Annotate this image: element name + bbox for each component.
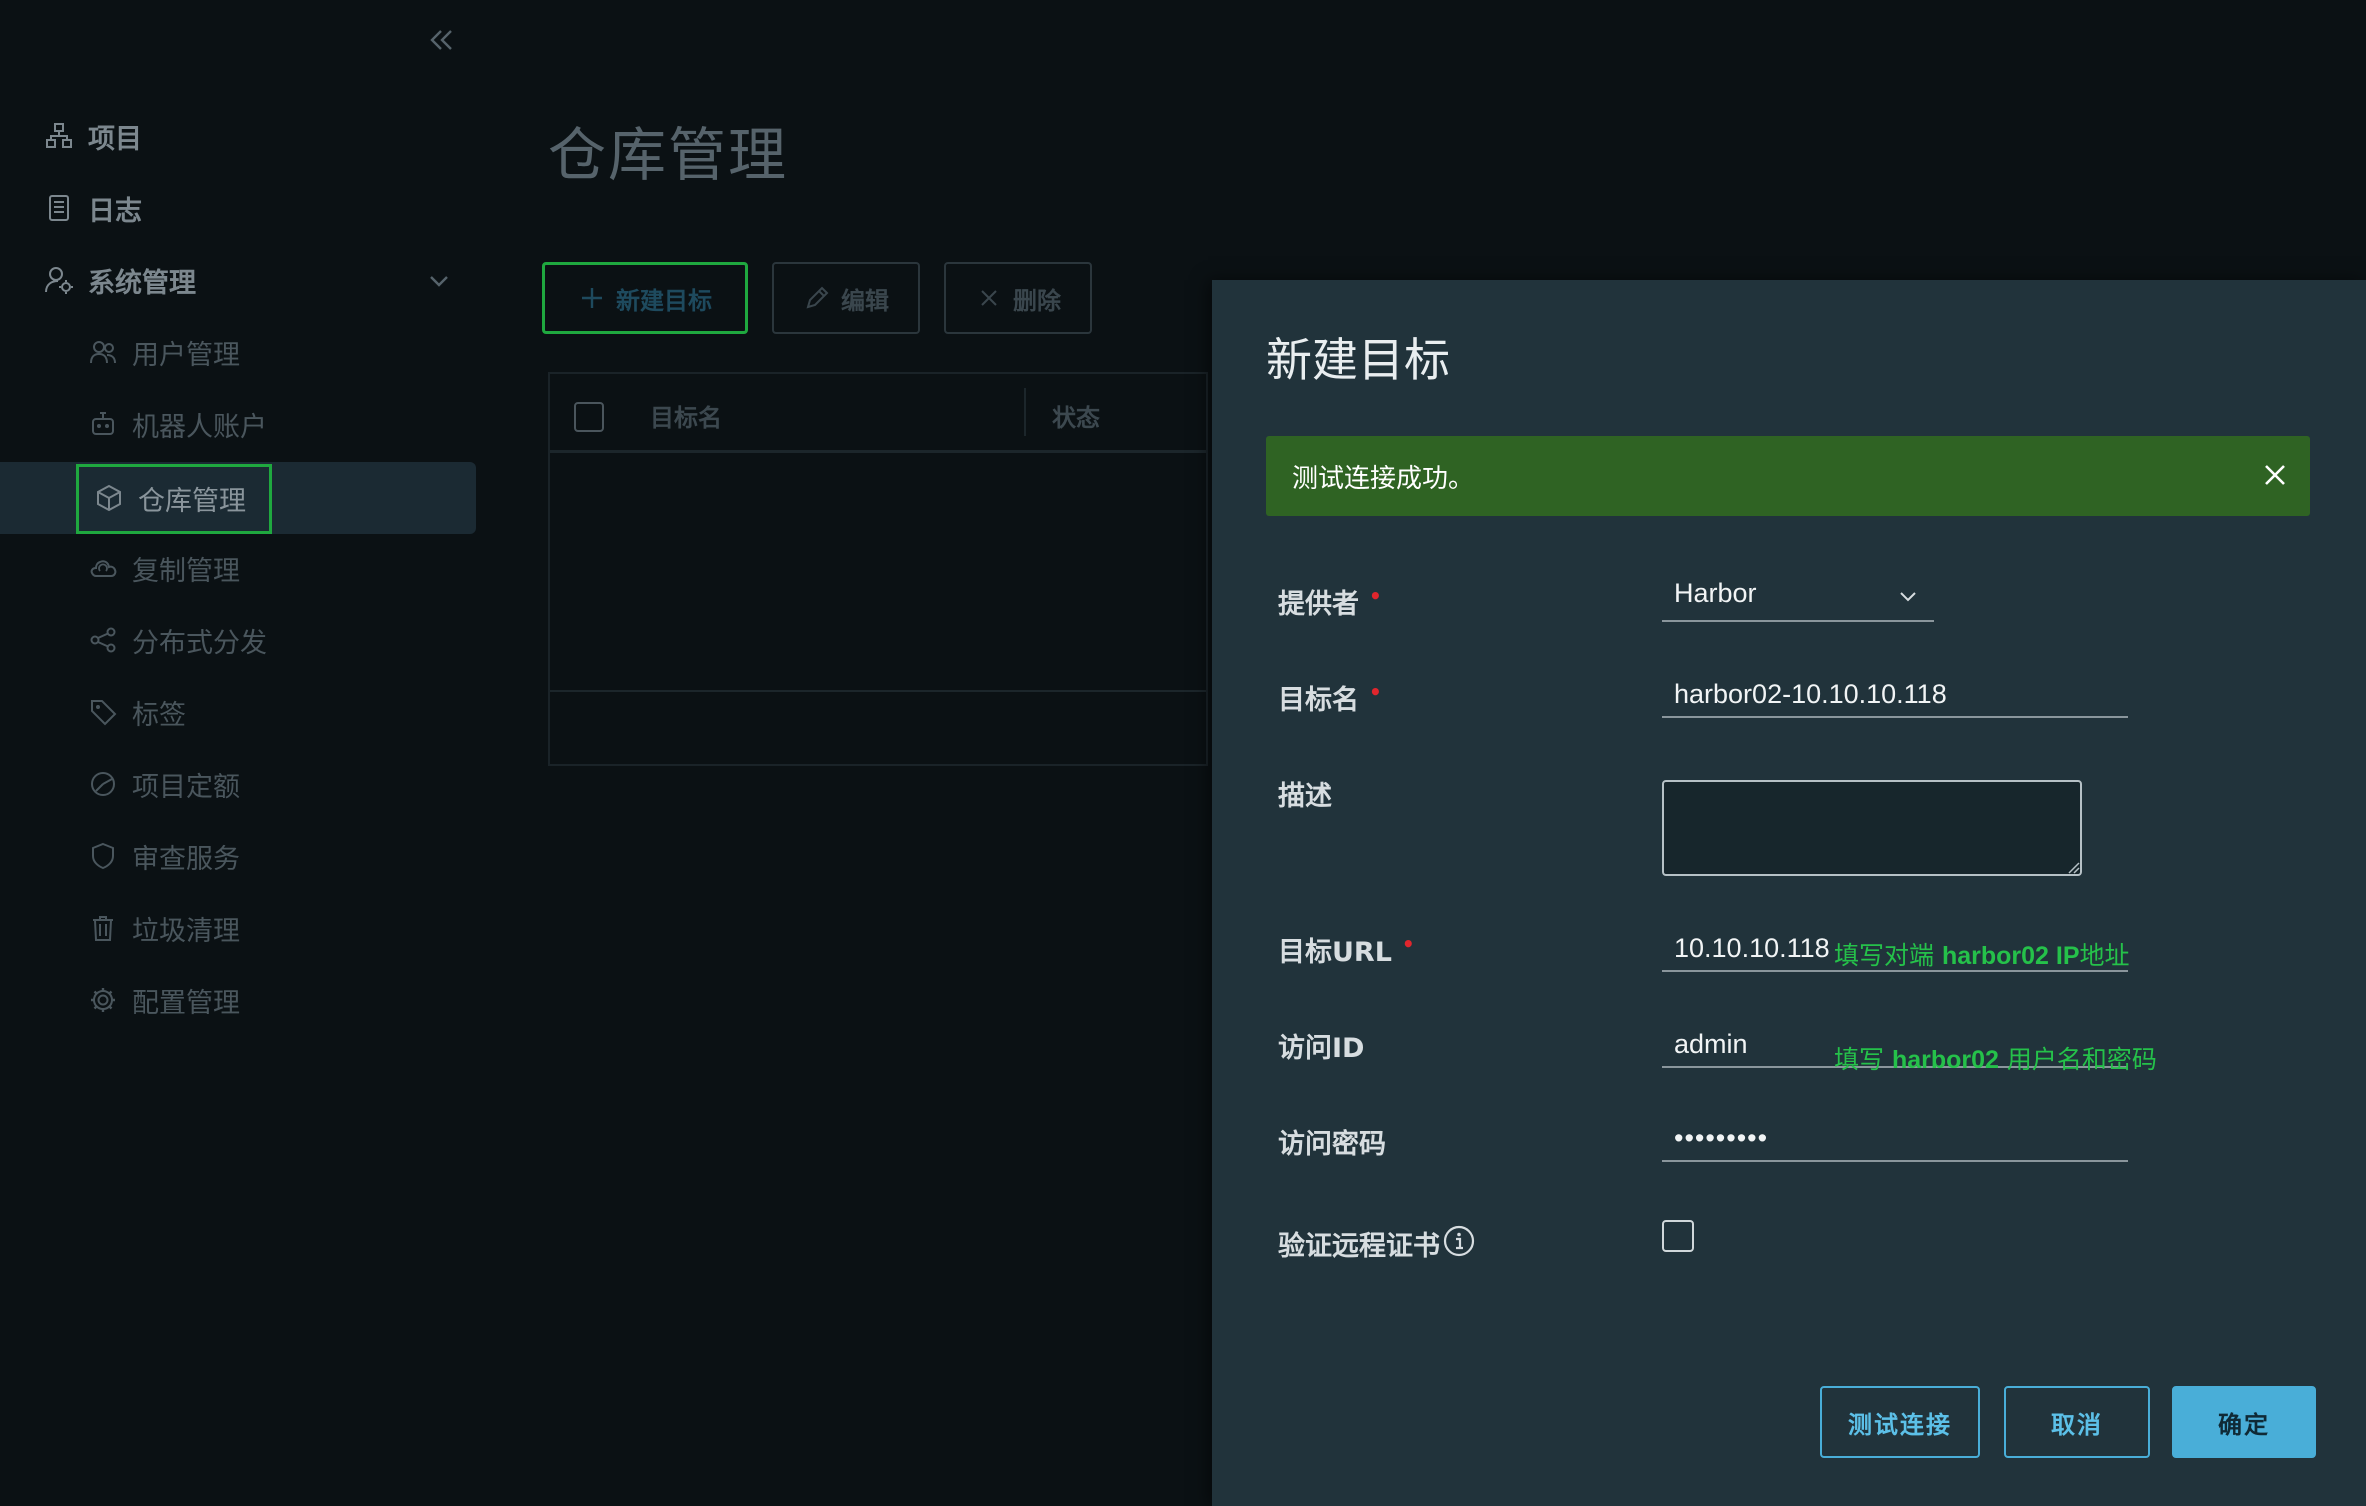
column-header-name[interactable]: 目标名 [650, 398, 722, 433]
sidebar-item-label: 配置管理 [132, 987, 240, 1019]
column-divider [1024, 388, 1026, 436]
provider-select[interactable]: Harbor [1662, 572, 1934, 622]
sidebar-item-label: 复制管理 [132, 555, 240, 587]
chevron-down-icon [1896, 584, 1920, 608]
sidebar-item-interrogation-services[interactable]: 审查服务 [88, 832, 240, 880]
sidebar-item-label: 项目定额 [132, 771, 240, 803]
access-secret-label-text: 访问密码 [1278, 1129, 1386, 1160]
admin-icon [44, 265, 74, 295]
project-icon [44, 121, 74, 151]
url-label-text: 目标URL [1278, 937, 1392, 968]
log-icon [44, 193, 74, 223]
select-all-checkbox[interactable] [574, 402, 604, 432]
sidebar-item-project-quotas[interactable]: 项目定额 [88, 760, 240, 808]
access-id-label: 访问ID [1278, 1026, 1364, 1065]
sidebar: 项目 日志 系统管理 用户管理 机器人账户 仓库管理 复制管理 分布式分发 标签… [0, 0, 480, 1506]
description-textarea[interactable] [1662, 780, 2082, 876]
required-marker: • [1369, 680, 1382, 704]
sidebar-item-robot-accounts[interactable]: 机器人账户 [88, 400, 267, 448]
sidebar-item-projects[interactable]: 项目 [44, 112, 142, 160]
edit-label: 编辑 [841, 286, 889, 315]
tag-icon [88, 697, 118, 727]
delete-button[interactable]: 删除 [944, 262, 1092, 334]
sidebar-item-administration[interactable]: 系统管理 [44, 256, 196, 304]
sidebar-item-logs[interactable]: 日志 [44, 184, 142, 232]
collapse-sidebar-icon[interactable] [424, 22, 460, 58]
provider-value: Harbor [1674, 578, 1757, 608]
access-id-label-text: 访问ID [1278, 1033, 1365, 1064]
trash-icon [88, 913, 118, 943]
quota-icon [88, 769, 118, 799]
datagrid-header: 目标名 状态 [550, 374, 1206, 453]
ok-button[interactable]: 确定 [2172, 1386, 2316, 1458]
sidebar-item-labels[interactable]: 标签 [88, 688, 186, 736]
pencil-icon [803, 284, 831, 312]
sidebar-item-label: 日志 [88, 195, 142, 227]
cancel-button[interactable]: 取消 [2004, 1386, 2150, 1458]
cred-hint-bold: harbor02 [1891, 1046, 1999, 1074]
url-hint-bold: harbor02 IP [1941, 942, 2080, 970]
sidebar-item-replications[interactable]: 复制管理 [88, 544, 240, 592]
sidebar-item-label: 机器人账户 [132, 411, 267, 443]
description-label: 描述 [1278, 774, 1332, 813]
sidebar-item-label: 系统管理 [88, 267, 196, 299]
shield-icon [88, 841, 118, 871]
sidebar-item-label: 用户管理 [132, 339, 240, 371]
modal-title: 新建目标 [1266, 333, 1450, 387]
sidebar-item-label: 分布式分发 [132, 627, 267, 659]
url-annotation: 填写对端 harbor02 IP地址 [1834, 936, 2130, 972]
alert-text: 测试连接成功。 [1292, 464, 1475, 494]
verify-cert-label-text: 验证远程证书 [1278, 1231, 1440, 1262]
column-header-status[interactable]: 状态 [1052, 398, 1100, 433]
sidebar-item-configuration[interactable]: 配置管理 [88, 976, 240, 1024]
sidebar-item-distributions[interactable]: 分布式分发 [88, 616, 267, 664]
verify-cert-label: 验证远程证书 [1278, 1224, 1440, 1263]
test-connection-button[interactable]: 测试连接 [1820, 1386, 1980, 1458]
provider-label: 提供者 • [1278, 582, 1382, 621]
close-alert-icon[interactable] [2256, 456, 2294, 494]
resize-handle-icon[interactable] [2066, 860, 2080, 874]
gear-icon [88, 985, 118, 1015]
sidebar-item-garbage-collection[interactable]: 垃圾清理 [88, 904, 240, 952]
robot-icon [88, 409, 118, 439]
provider-label-text: 提供者 [1278, 589, 1359, 620]
success-alert: 测试连接成功。 [1266, 436, 2310, 516]
info-icon[interactable] [1442, 1224, 1476, 1258]
url-hint-pre: 填写对端 [1834, 941, 1942, 970]
new-endpoint-modal: 新建目标 测试连接成功。 [1212, 280, 2366, 1506]
required-marker: • [1369, 584, 1382, 608]
name-label-text: 目标名 [1278, 685, 1359, 716]
sidebar-item-label: 项目 [88, 123, 142, 155]
datagrid-footer-divider [550, 690, 1206, 692]
sidebar-item-label: 标签 [132, 699, 186, 731]
edit-button[interactable]: 编辑 [772, 262, 920, 334]
share-icon [88, 625, 118, 655]
new-endpoint-label: 新建目标 [616, 286, 712, 315]
plus-icon [578, 284, 606, 312]
users-icon [88, 337, 118, 367]
cred-hint-post: 用户名和密码 [1998, 1045, 2157, 1074]
sidebar-item-users[interactable]: 用户管理 [88, 328, 240, 376]
access-secret-label: 访问密码 [1278, 1122, 1386, 1161]
chevron-down-icon[interactable] [424, 266, 454, 296]
new-endpoint-button[interactable]: 新建目标 [542, 262, 748, 334]
delete-label: 删除 [1013, 286, 1061, 315]
required-marker: • [1401, 932, 1415, 956]
access-secret-input[interactable] [1662, 1116, 2128, 1162]
url-hint-post: 地址 [2079, 941, 2130, 970]
endpoint-name-input[interactable] [1662, 672, 2128, 718]
cloud-icon [88, 553, 118, 583]
credentials-annotation: 填写 harbor02 用户名和密码 [1834, 1040, 2157, 1076]
sidebar-item-label: 审查服务 [132, 843, 240, 875]
cred-hint-pre: 填写 [1834, 1045, 1892, 1074]
description-label-text: 描述 [1278, 781, 1332, 812]
name-label: 目标名 • [1278, 678, 1382, 717]
close-icon [975, 284, 1003, 312]
sidebar-item-label: 垃圾清理 [132, 915, 240, 947]
url-label: 目标URL • [1278, 930, 1415, 969]
page-title: 仓库管理 [548, 121, 789, 189]
annotation-highlight-box [76, 464, 272, 534]
endpoints-datagrid: 目标名 状态 [548, 372, 1208, 766]
verify-cert-checkbox[interactable] [1662, 1220, 1694, 1252]
